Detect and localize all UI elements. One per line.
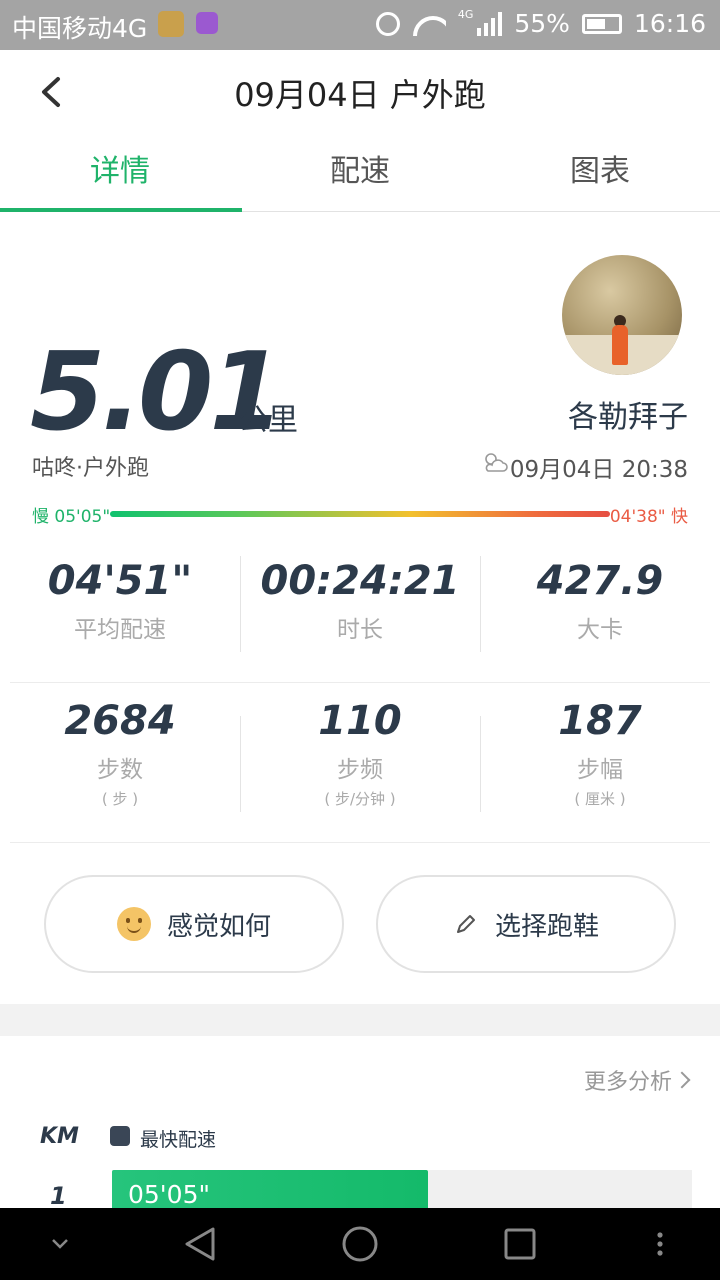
chevron-right-icon — [673, 1071, 691, 1089]
fastest-pace-legend-swatch — [110, 1126, 130, 1146]
pace-gradient-bar — [110, 511, 610, 517]
gallery-notification-icon — [196, 12, 218, 34]
more-analysis-link[interactable]: 更多分析 — [583, 1064, 691, 1096]
steps-value: 2684 — [64, 698, 176, 744]
stats-divider — [10, 682, 710, 683]
pace-fast-label: 04'38" 快 — [609, 507, 688, 527]
run-type-label: 咕咚·户外跑 — [32, 456, 149, 481]
stat-steps: 2684 步数 ( 步 ) — [0, 696, 240, 816]
pencil-icon — [456, 915, 475, 933]
tab-charts[interactable]: 图表 — [480, 134, 720, 211]
username: 各勒拜子 — [568, 400, 688, 435]
run-datetime: 09月04日 20:38 — [509, 457, 688, 483]
system-nav-bar — [0, 1208, 720, 1280]
cadence-label: 步频 — [337, 757, 383, 783]
feel-button-label: 感觉如何 — [166, 911, 271, 942]
stat-avg-pace: 04'51" 平均配速 — [0, 556, 240, 654]
alarm-icon — [375, 11, 400, 36]
cadence-value: 110 — [318, 698, 402, 744]
partly-cloudy-night-icon — [485, 453, 508, 472]
status-bar: 中国移动4G 4G 55% 16:16 — [0, 0, 720, 50]
app-header: 09月04日 户外跑 — [0, 50, 720, 134]
duration-label: 时长 — [337, 617, 383, 643]
cadence-unit: ( 步/分钟 ) — [324, 790, 396, 808]
select-shoes-button[interactable]: 选择跑鞋 — [376, 875, 676, 973]
pace-slow-label: 慢 05'05" — [32, 507, 111, 527]
stats-row-primary: 04'51" 平均配速 00:24:21 时长 427.9 大卡 — [0, 556, 720, 654]
activity-notification-icon — [158, 11, 184, 37]
smile-icon — [116, 907, 151, 941]
nav-menu-icon[interactable] — [648, 1208, 672, 1280]
stride-label: 步幅 — [577, 757, 623, 783]
duration-value: 00:24:21 — [260, 558, 460, 604]
feel-button[interactable]: 感觉如何 — [44, 875, 344, 973]
clock: 16:16 — [633, 9, 706, 38]
nav-back-icon[interactable] — [180, 1208, 220, 1280]
tab-details[interactable]: 详情 — [0, 134, 242, 212]
stat-cadence: 110 步频 ( 步/分钟 ) — [240, 696, 480, 816]
calories-label: 大卡 — [577, 617, 623, 643]
page-title: 09月04日 户外跑 — [234, 76, 486, 114]
nav-recents-icon[interactable] — [500, 1208, 540, 1280]
split-km-number: 1 — [50, 1182, 67, 1210]
network-type: 4G — [457, 8, 474, 21]
avatar[interactable] — [562, 255, 682, 375]
stride-unit: ( 厘米 ) — [574, 790, 626, 808]
hide-nav-icon[interactable] — [44, 1208, 76, 1280]
battery-icon — [581, 13, 622, 34]
stat-stride: 187 步幅 ( 厘米 ) — [480, 696, 720, 816]
nav-home-icon[interactable] — [340, 1208, 380, 1280]
signal-icon — [477, 11, 503, 36]
stat-calories: 427.9 大卡 — [480, 556, 720, 654]
distance-unit: 公里 — [238, 403, 298, 438]
stride-value: 187 — [558, 698, 642, 744]
tab-pace[interactable]: 配速 — [240, 134, 480, 211]
section-separator — [0, 1004, 720, 1036]
steps-label: 步数 — [97, 757, 143, 783]
more-analysis-label: 更多分析 — [583, 1070, 672, 1095]
carrier-label: 中国移动4G — [12, 14, 148, 43]
wifi-icon — [412, 12, 446, 36]
stats-row-secondary: 2684 步数 ( 步 ) 110 步频 ( 步/分钟 ) 187 步幅 ( 厘… — [0, 696, 720, 816]
split-pace-value: 05'05" — [128, 1180, 210, 1209]
tab-bar: 详情 配速 图表 — [0, 134, 720, 212]
km-column-header: KM — [40, 1124, 79, 1149]
calories-value: 427.9 — [536, 558, 664, 604]
select-shoes-label: 选择跑鞋 — [494, 911, 599, 942]
fastest-pace-legend-label: 最快配速 — [140, 1129, 217, 1151]
stat-duration: 00:24:21 时长 — [240, 556, 480, 654]
steps-unit: ( 步 ) — [101, 790, 139, 808]
actions-divider — [10, 842, 710, 843]
battery-percent: 55% — [514, 9, 570, 38]
avg-pace-label: 平均配速 — [74, 617, 166, 643]
avg-pace-value: 04'51" — [47, 558, 193, 604]
